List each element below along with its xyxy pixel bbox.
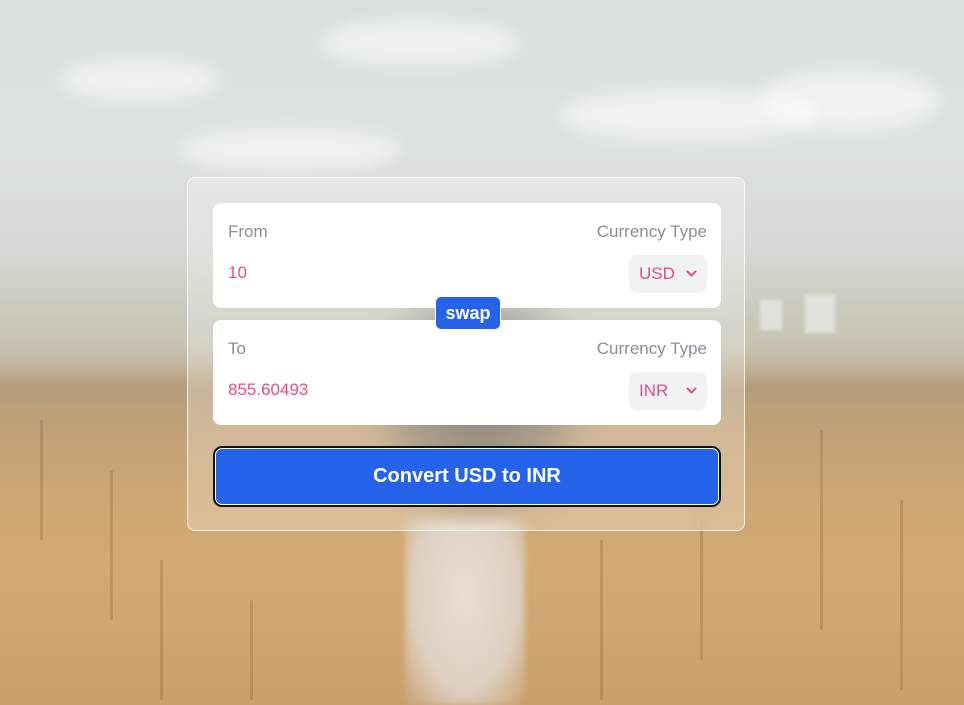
chevron-down-icon <box>686 270 697 277</box>
chevron-down-icon <box>686 387 697 394</box>
swap-button[interactable]: swap <box>435 296 501 330</box>
from-currency-select[interactable]: USD <box>629 255 707 293</box>
from-amount-input[interactable] <box>228 263 528 283</box>
grass-stalk <box>40 420 43 540</box>
grass-stalk <box>160 560 163 700</box>
grass-stalk <box>600 540 603 700</box>
from-currency-value: USD <box>639 264 675 283</box>
grass-stalk <box>900 500 903 690</box>
blurred-figure <box>405 520 525 705</box>
from-card: From Currency Type USD <box>213 203 721 308</box>
to-currency-type-label: Currency Type <box>596 339 707 358</box>
grass-stalk <box>110 470 113 620</box>
to-card: To Currency Type INR <box>213 320 721 425</box>
grass-stalk <box>250 600 253 700</box>
cloud <box>320 20 520 65</box>
distant-building <box>805 295 835 333</box>
from-currency-type-label: Currency Type <box>596 222 707 241</box>
converter-panel: From Currency Type USD To Currency Type … <box>187 177 745 531</box>
cloud <box>180 130 400 170</box>
to-label: To <box>228 339 246 358</box>
convert-button[interactable]: Convert USD to INR <box>213 446 721 507</box>
grass-stalk <box>820 430 823 630</box>
from-label: From <box>228 222 268 241</box>
to-amount-input[interactable] <box>228 380 528 400</box>
cloud <box>60 60 220 100</box>
cloud <box>760 70 940 130</box>
distant-building <box>760 300 782 330</box>
to-currency-select[interactable]: INR <box>629 372 707 410</box>
to-currency-value: INR <box>639 381 669 400</box>
